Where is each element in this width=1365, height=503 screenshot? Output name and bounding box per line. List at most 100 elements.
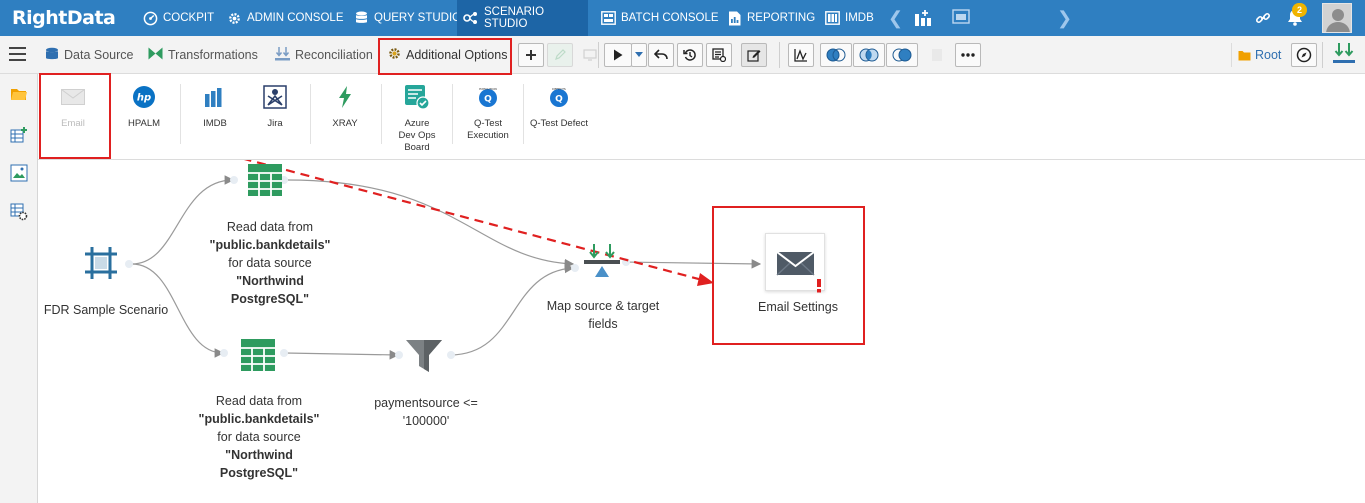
data-source-icon: [45, 47, 59, 64]
venn-inner-icon: [859, 48, 879, 62]
ribbon-divider: [523, 84, 524, 144]
add-button[interactable]: [518, 43, 544, 67]
nav-cockpit[interactable]: COCKPIT: [136, 0, 220, 36]
venn-right-icon: [892, 48, 912, 62]
tab-transformations[interactable]: Transformations: [148, 44, 258, 66]
add-table-icon[interactable]: [10, 126, 28, 144]
nav-imdb[interactable]: IMDB: [818, 0, 880, 36]
map-fields-node[interactable]: [583, 244, 621, 280]
settings-list-button[interactable]: [706, 43, 732, 67]
hp-logo-icon: hp: [131, 84, 157, 110]
scenario-icon: [463, 10, 479, 26]
transformations-icon: [148, 47, 163, 63]
source-node-top-label: Read data from "public.bankdetails" for …: [209, 220, 331, 306]
monitor-button[interactable]: [577, 43, 603, 67]
link-icon[interactable]: [1255, 10, 1271, 26]
chart-button[interactable]: [788, 43, 814, 67]
svg-text:DEFECTS: DEFECTS: [552, 87, 566, 91]
deploy-button[interactable]: [1332, 42, 1356, 68]
user-avatar[interactable]: [1322, 3, 1352, 33]
tab-reconciliation-label: Reconciliation: [295, 48, 373, 62]
option-imdb-label: IMDB: [203, 118, 227, 129]
table-icon: [241, 339, 275, 371]
option-xray[interactable]: XRAY: [311, 84, 379, 130]
nav-reporting[interactable]: REPORTING: [720, 0, 821, 36]
option-azure-devops-board[interactable]: Azure Dev Ops Board: [383, 84, 451, 154]
run-options-dropdown[interactable]: [631, 43, 647, 67]
imdb-bars-icon: [202, 84, 228, 110]
table-settings-icon[interactable]: [10, 203, 28, 221]
tab-additional-options[interactable]: Additional Options: [388, 44, 507, 66]
svg-text:Q: Q: [555, 95, 563, 105]
tab-data-source[interactable]: Data Source: [45, 44, 133, 66]
notification-badge: 2: [1292, 3, 1307, 17]
nav-query-studio[interactable]: QUERY STUDIO: [347, 0, 467, 36]
option-qtest-defect-label: Q-Test Defect: [529, 118, 589, 129]
tab-reconciliation[interactable]: Reconciliation: [275, 44, 373, 66]
grid-plus-icon[interactable]: [914, 9, 932, 27]
email-settings-node-label: Email Settings: [758, 300, 838, 314]
edit-mode-button[interactable]: [741, 43, 767, 67]
root-folder-button[interactable]: Root: [1231, 43, 1283, 67]
more-options-button[interactable]: [955, 43, 981, 67]
rightdata-logo[interactable]: RightData: [12, 5, 116, 31]
email-settings-node[interactable]: [765, 233, 825, 293]
disabled-button[interactable]: [924, 43, 950, 67]
source-node-bottom[interactable]: [240, 338, 276, 372]
top-navigation-bar: RightData COCKPIT ADMIN CONSOLE QUERY ST…: [0, 0, 1365, 36]
nav-reporting-label: REPORTING: [747, 12, 816, 24]
source-node-bottom-label: Read data from "public.bankdetails" for …: [198, 394, 320, 480]
scenario-toolbar: Data Source Transformations Reconciliati…: [0, 36, 1365, 74]
join-inner-button[interactable]: [853, 43, 885, 67]
tab-additional-options-label: Additional Options: [406, 48, 508, 62]
nav-admin-console[interactable]: ADMIN CONSOLE: [220, 0, 350, 36]
tab-transformations-label: Transformations: [168, 48, 258, 62]
history-button[interactable]: [677, 43, 703, 67]
svg-text:hp: hp: [137, 93, 151, 104]
compass-button[interactable]: [1291, 43, 1317, 67]
ribbon-divider: [381, 84, 382, 144]
join-left-button[interactable]: [820, 43, 852, 67]
edit-button[interactable]: [547, 43, 573, 67]
image-export-icon[interactable]: [10, 164, 28, 182]
warning-exclamation-icon: [817, 279, 821, 293]
undo-button[interactable]: [648, 43, 674, 67]
play-icon: [614, 49, 623, 61]
menu-icon[interactable]: [9, 47, 26, 62]
nav-scroll-right-icon[interactable]: ❯: [1057, 8, 1072, 28]
scenario-node[interactable]: [83, 245, 119, 281]
toolbar-divider: [779, 42, 780, 68]
open-folder-icon[interactable]: [10, 86, 28, 104]
option-email[interactable]: Email: [39, 84, 107, 130]
option-qtest-execution-label: Q-Test Execution: [467, 118, 509, 141]
nav-batch-console-label: BATCH CONSOLE: [621, 12, 719, 24]
scenario-canvas[interactable]: FDR Sample Scenario Read data from "publ…: [38, 160, 1365, 503]
option-qtest-execution[interactable]: EXECUTION Q Q-Test Execution: [454, 84, 522, 142]
option-jira[interactable]: Jira: [241, 84, 309, 130]
nav-scenario-studio[interactable]: SCENARIO STUDIO: [457, 0, 588, 36]
svg-text:Q: Q: [484, 95, 492, 105]
funnel-icon: [406, 340, 442, 372]
cockpit-icon: [142, 10, 158, 26]
nav-batch-console[interactable]: BATCH CONSOLE: [594, 0, 725, 36]
option-hpalm[interactable]: hp HPALM: [110, 84, 178, 130]
source-node-top[interactable]: [247, 163, 283, 197]
window-swap-icon[interactable]: [952, 9, 970, 27]
run-button[interactable]: [604, 43, 632, 67]
nav-query-studio-label: QUERY STUDIO: [374, 12, 462, 24]
chevron-down-icon: [635, 52, 643, 57]
filter-node[interactable]: [405, 338, 443, 374]
edit-square-icon: [747, 50, 761, 62]
nav-scroll-left-icon[interactable]: ❮: [888, 8, 903, 28]
trend-chart-icon: [794, 49, 807, 62]
option-imdb[interactable]: IMDB: [181, 84, 249, 130]
toolbar-divider: [1322, 42, 1323, 68]
report-icon: [726, 10, 742, 26]
nav-cockpit-label: COCKPIT: [163, 12, 215, 24]
join-right-button[interactable]: [886, 43, 918, 67]
frame-icon: [85, 247, 117, 279]
nav-admin-console-label: ADMIN CONSOLE: [247, 12, 344, 24]
option-qtest-defect[interactable]: DEFECTS Q Q-Test Defect: [525, 84, 593, 130]
compass-icon: [1296, 47, 1312, 63]
history-icon: [683, 49, 696, 61]
